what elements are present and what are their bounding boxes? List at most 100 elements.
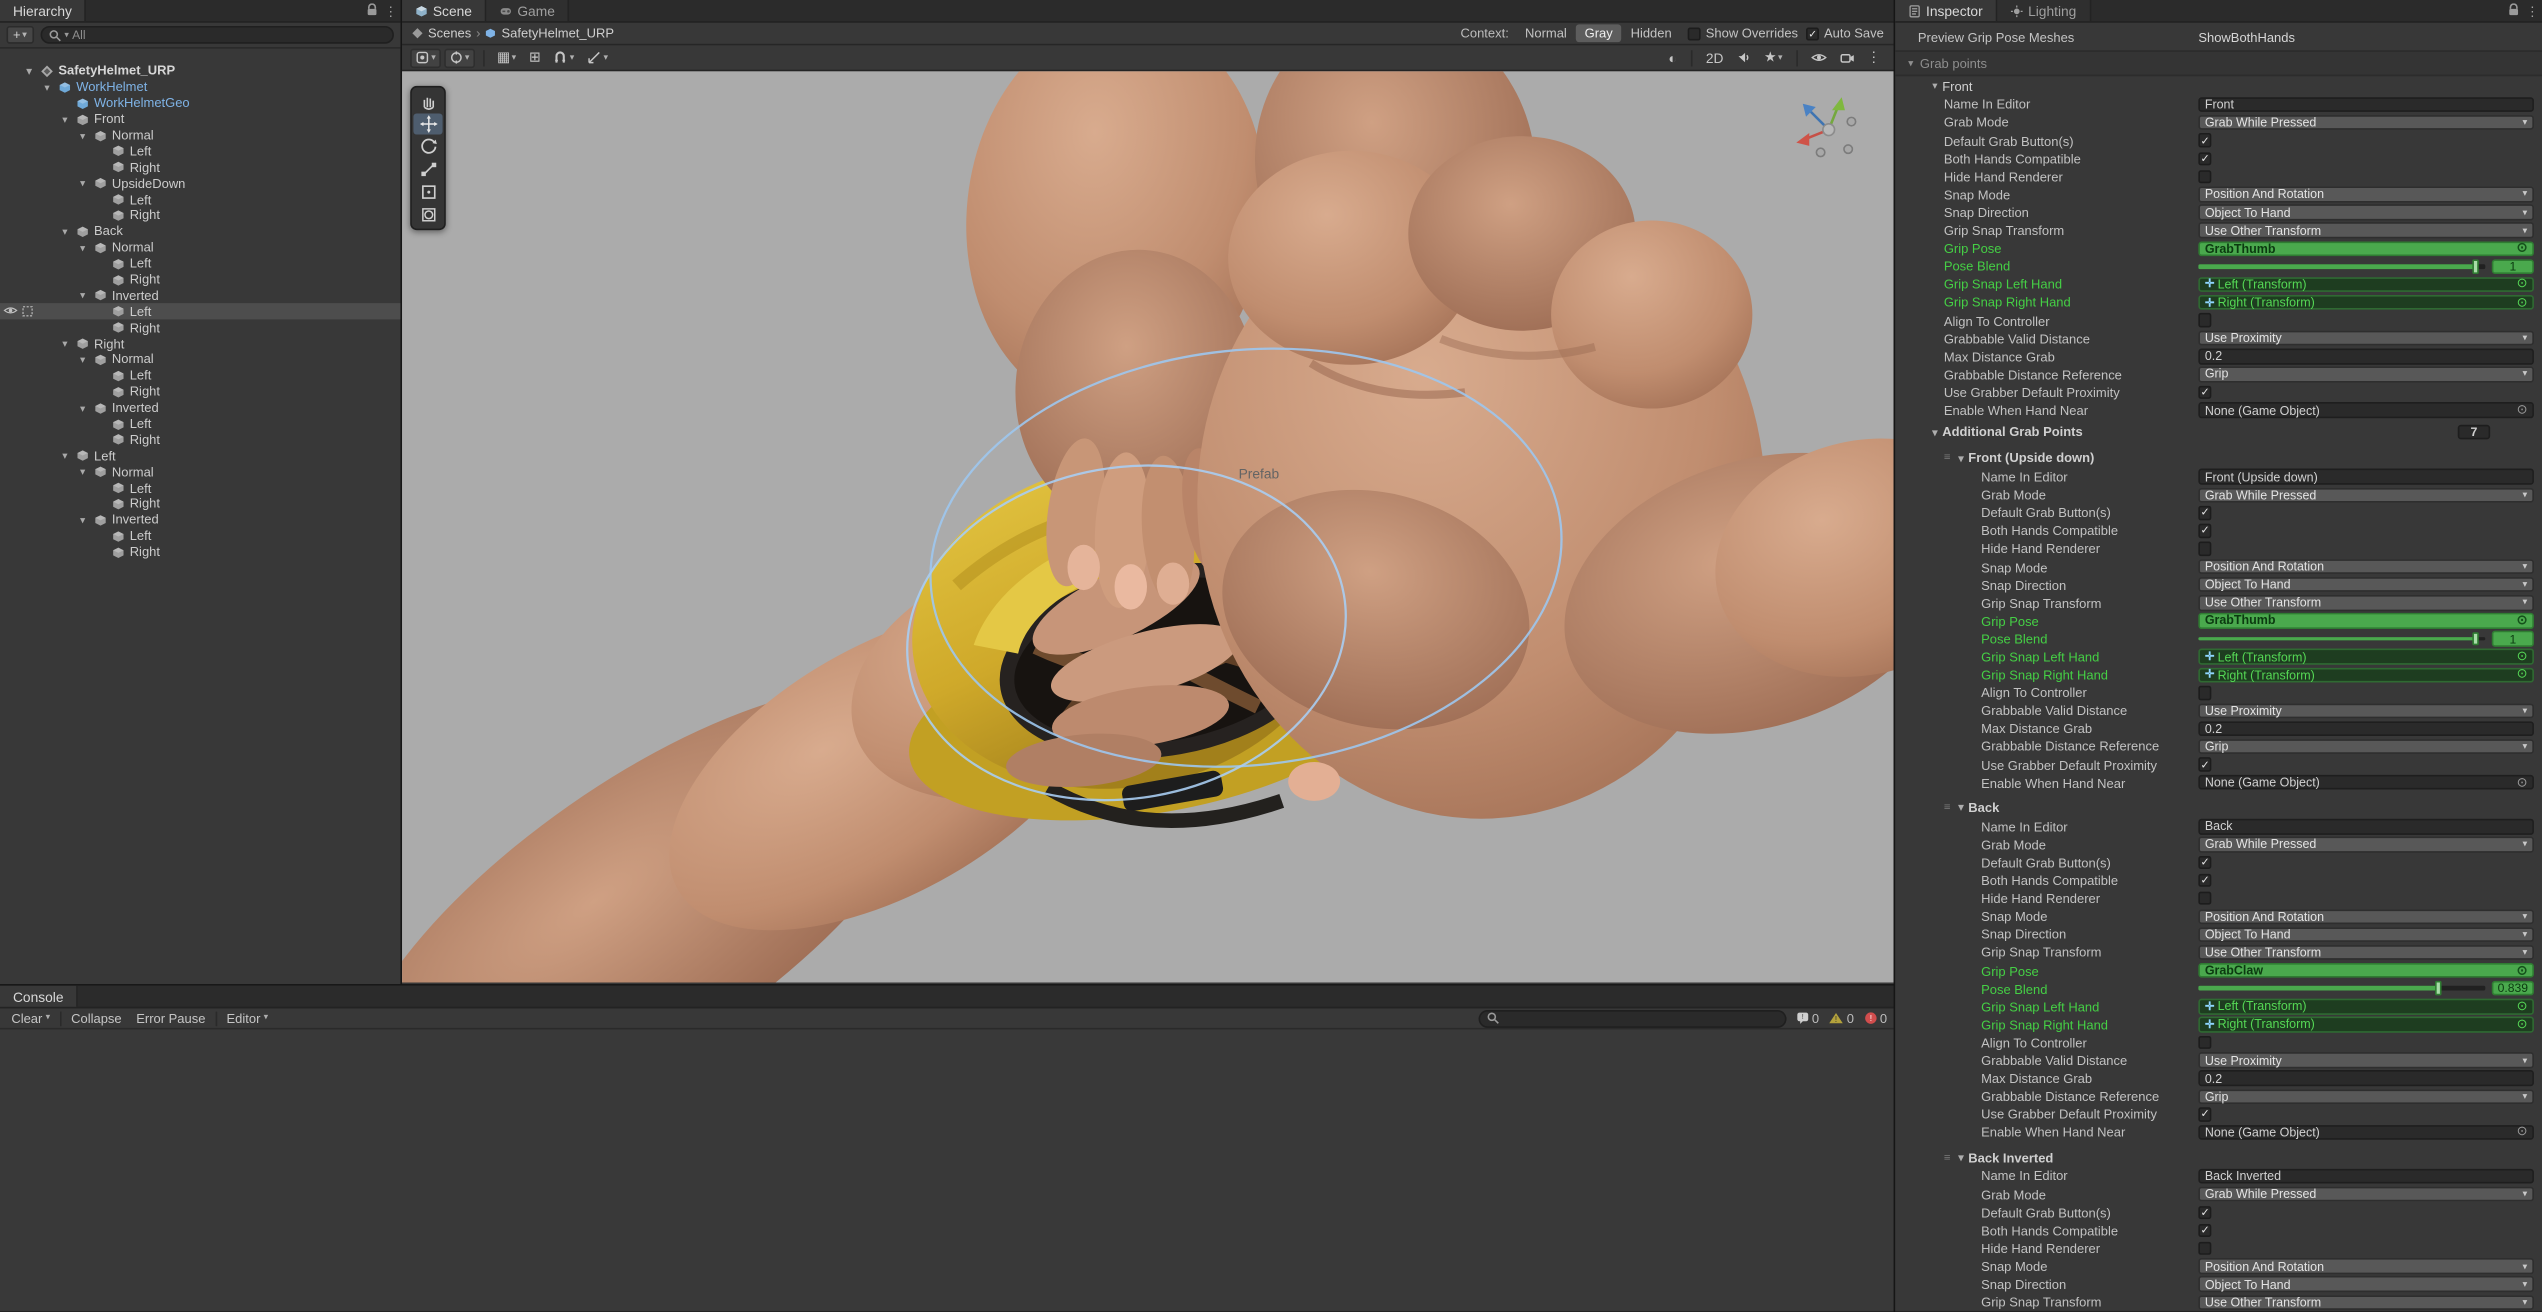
hierarchy-row-left[interactable]: Left [0,368,400,384]
text-field[interactable]: Back Inverted [2198,1169,2534,1184]
object-field[interactable]: None (Game Object)⊙ [2198,403,2534,418]
dropdown-field[interactable]: Object To Hand▾ [2198,927,2534,942]
object-field[interactable]: ✛Right (Transform)⊙ [2198,295,2534,310]
hierarchy-row-right[interactable]: Right [0,208,400,224]
slider-value[interactable]: 1 [2492,259,2534,274]
hierarchy-row-back[interactable]: ▾Back [0,224,400,240]
breadcrumb-safetyhelmet[interactable]: SafetyHelmet_URP [485,26,614,41]
create-object-button[interactable]: +▾ [6,26,33,44]
checkbox[interactable]: ✓ [2198,134,2212,148]
foldout-icon[interactable]: ▾ [76,129,89,142]
slider-value[interactable]: 1 [2492,631,2534,646]
grip-pose-field[interactable]: GrabThumb⊙ [2198,613,2534,628]
foldout-icon[interactable]: ▾ [58,337,71,350]
scene-header-row[interactable]: ▾ SafetyHelmet_URP [0,63,400,79]
lock-icon[interactable] [2508,3,2519,19]
hierarchy-row-right[interactable]: Right [0,384,400,400]
slider-handle[interactable] [2472,632,2479,646]
hierarchy-row-normal[interactable]: ▾Normal [0,127,400,143]
checkbox[interactable]: ✓ [2198,1108,2212,1122]
hierarchy-row-right[interactable]: Right [0,544,400,560]
dropdown-field[interactable]: Position And Rotation▾ [2198,909,2534,924]
foldout-icon[interactable]: ▾ [76,466,89,479]
grab-point-section-front[interactable]: ▾Front [1895,76,2542,95]
info-count-badge[interactable]: ! 0 [1796,1011,1819,1026]
preview-grip-pose-value[interactable]: ShowBothHands [2198,31,2295,46]
checkbox[interactable]: ✓ [2198,506,2212,520]
object-picker-icon[interactable]: ⊙ [2517,964,2528,977]
foldout-icon[interactable]: ▾ [1954,452,1969,465]
object-picker-icon[interactable]: ⊙ [2517,776,2528,789]
foldout-icon[interactable]: ▾ [1928,79,1943,92]
text-field[interactable]: Back [2198,819,2534,834]
console-search[interactable] [1478,1009,1786,1027]
hierarchy-row-right[interactable]: Right [0,320,400,336]
scene-orientation-gizmo[interactable] [1783,84,1874,175]
foldout-icon[interactable]: ▾ [1954,801,1969,814]
hierarchy-row-workhelmetgeo[interactable]: WorkHelmetGeo [0,95,400,111]
audio-toggle-button[interactable] [1732,48,1756,67]
drag-handle-icon[interactable]: ≡ [1944,1152,1951,1163]
grab-points-section-header[interactable]: ▾ Grab points [1895,50,2542,76]
error-count-badge[interactable]: ! 0 [1864,1011,1887,1026]
text-field[interactable]: Front (Upside down) [2198,469,2534,484]
hierarchy-row-inverted[interactable]: ▾Inverted [0,400,400,416]
drag-handle-icon[interactable]: ≡ [1944,802,1951,813]
dropdown-field[interactable]: Object To Hand▾ [2198,205,2534,220]
dropdown-field[interactable]: Grip▾ [2198,739,2534,754]
effects-toggle-button[interactable]: ★▾ [1759,48,1787,67]
console-log-area[interactable] [0,1029,1894,1311]
checkbox[interactable]: ✓ [2198,758,2212,772]
object-picker-icon[interactable]: ⊙ [2517,1000,2528,1013]
dropdown-field[interactable]: Object To Hand▾ [2198,577,2534,592]
foldout-icon[interactable]: ▾ [23,65,36,78]
dropdown-field[interactable]: Grab While Pressed▾ [2198,1187,2534,1202]
checkbox[interactable]: ✓ [2198,1223,2212,1237]
dropdown-field[interactable]: Position And Rotation▾ [2198,187,2534,202]
breadcrumb-scenes[interactable]: Scenes [412,26,471,41]
slider-handle[interactable] [2472,259,2479,273]
hierarchy-row-right[interactable]: Right [0,432,400,448]
foldout-icon[interactable]: ▾ [76,401,89,414]
foldout-icon[interactable]: ▾ [1908,57,1913,70]
object-picker-icon[interactable]: ⊙ [2517,614,2528,627]
dropdown-field[interactable]: Grip▾ [2198,367,2534,382]
checkbox[interactable] [2198,892,2212,906]
scene-3d-render[interactable] [402,71,1894,982]
show-overrides-toggle[interactable]: Show Overrides [1688,26,1798,41]
checkbox[interactable]: ✓ [2198,524,2212,538]
pose-blend-slider[interactable]: 1 [2198,631,2534,646]
hierarchy-row-left[interactable]: Left [0,143,400,159]
foldout-icon[interactable]: ▾ [76,289,89,302]
checkbox[interactable]: ✓ [2198,152,2212,166]
transform-tool-button[interactable] [413,204,442,225]
hierarchy-row-right[interactable]: Right [0,159,400,175]
foldout-icon[interactable]: ▾ [76,241,89,254]
pivot-mode-button[interactable]: ▾ [444,48,474,67]
hierarchy-row-workhelmet[interactable]: ▾WorkHelmet [0,79,400,95]
object-picker-icon[interactable]: ⊙ [2517,1018,2528,1031]
hierarchy-row-left[interactable]: Left [0,304,400,320]
dropdown-field[interactable]: Grip▾ [2198,1089,2534,1104]
auto-save-toggle[interactable]: ✓ Auto Save [1806,26,1884,41]
dropdown-field[interactable]: Position And Rotation▾ [2198,1259,2534,1274]
slider-handle[interactable] [2435,981,2442,995]
snap-toggle-button[interactable]: ⊞ [524,48,545,67]
camera-settings-button[interactable] [1834,48,1858,67]
shading-mode-button[interactable]: ◐ [1662,48,1683,67]
hierarchy-row-inverted[interactable]: ▾Inverted [0,288,400,304]
hierarchy-row-left[interactable]: Left [0,416,400,432]
object-field[interactable]: None (Game Object)⊙ [2198,1125,2534,1140]
hierarchy-search[interactable]: ▾ [40,26,394,44]
text-field[interactable]: 0.2 [2198,349,2534,364]
lock-icon[interactable] [366,3,377,19]
snap-increment-button[interactable]: ▾ [582,48,612,67]
checkbox[interactable] [2198,314,2212,328]
dropdown-field[interactable]: Use Other Transform▾ [2198,1295,2534,1310]
foldout-icon[interactable]: ▾ [58,225,71,238]
rect-tool-button[interactable] [413,182,442,203]
drag-handle-icon[interactable]: ≡ [1944,453,1951,464]
context-normal-button[interactable]: Normal [1517,24,1575,42]
checkbox[interactable] [2198,686,2212,700]
context-hidden-button[interactable]: Hidden [1622,24,1679,42]
